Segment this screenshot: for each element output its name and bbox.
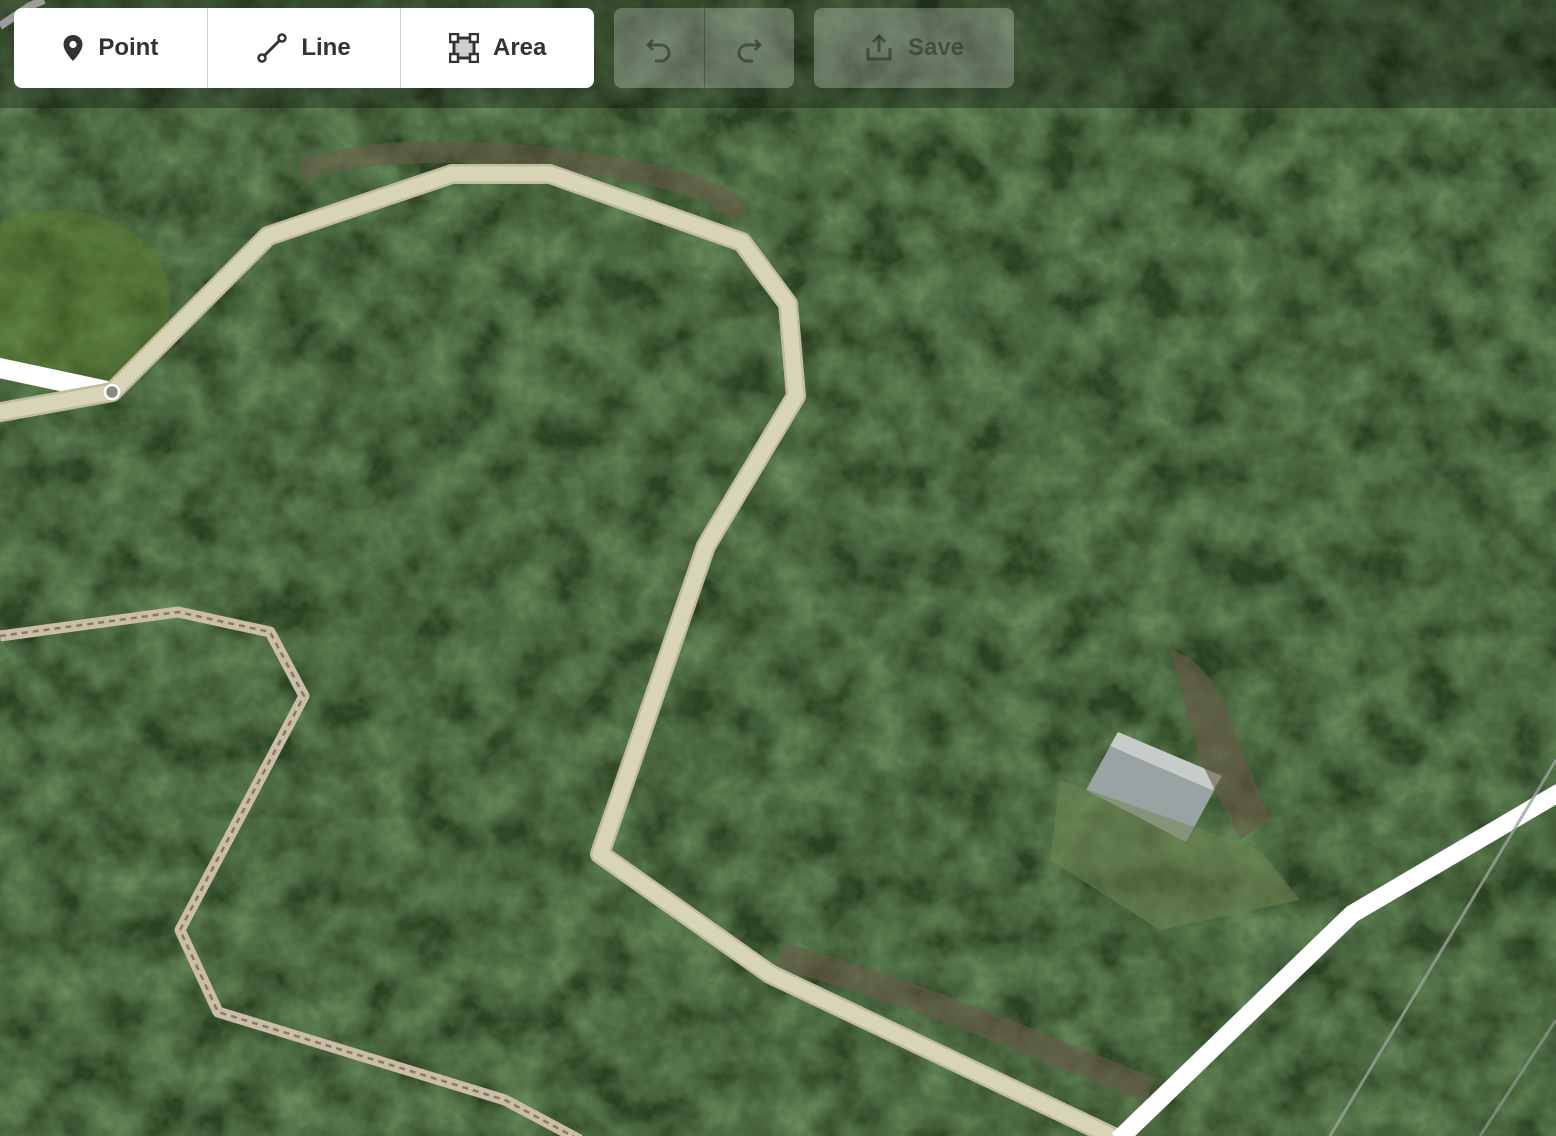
map-pin-icon bbox=[62, 34, 84, 62]
redo-button[interactable] bbox=[705, 8, 795, 88]
line-icon bbox=[257, 33, 288, 63]
redo-icon bbox=[734, 33, 764, 63]
save-button[interactable]: Save bbox=[814, 8, 1014, 88]
top-toolbar-bar: Point Line Area Save bbox=[0, 0, 1556, 108]
area-icon bbox=[448, 33, 479, 63]
save-label: Save bbox=[907, 34, 965, 61]
undo-button[interactable] bbox=[614, 8, 705, 88]
save-button-group: Save bbox=[814, 8, 1014, 88]
vertex-node[interactable] bbox=[103, 383, 121, 401]
add-point-label: Point bbox=[98, 34, 159, 61]
draw-mode-buttons: Point Line Area bbox=[14, 8, 594, 88]
add-point-button[interactable]: Point bbox=[14, 8, 208, 88]
add-line-button[interactable]: Line bbox=[208, 8, 402, 88]
add-line-label: Line bbox=[301, 34, 351, 61]
history-buttons bbox=[614, 8, 794, 88]
add-area-label: Area bbox=[492, 34, 547, 61]
add-area-button[interactable]: Area bbox=[401, 8, 594, 88]
undo-icon bbox=[644, 33, 674, 63]
map-canvas[interactable] bbox=[0, 0, 1556, 1136]
upload-icon bbox=[864, 33, 894, 63]
satellite-imagery bbox=[0, 0, 1556, 1136]
